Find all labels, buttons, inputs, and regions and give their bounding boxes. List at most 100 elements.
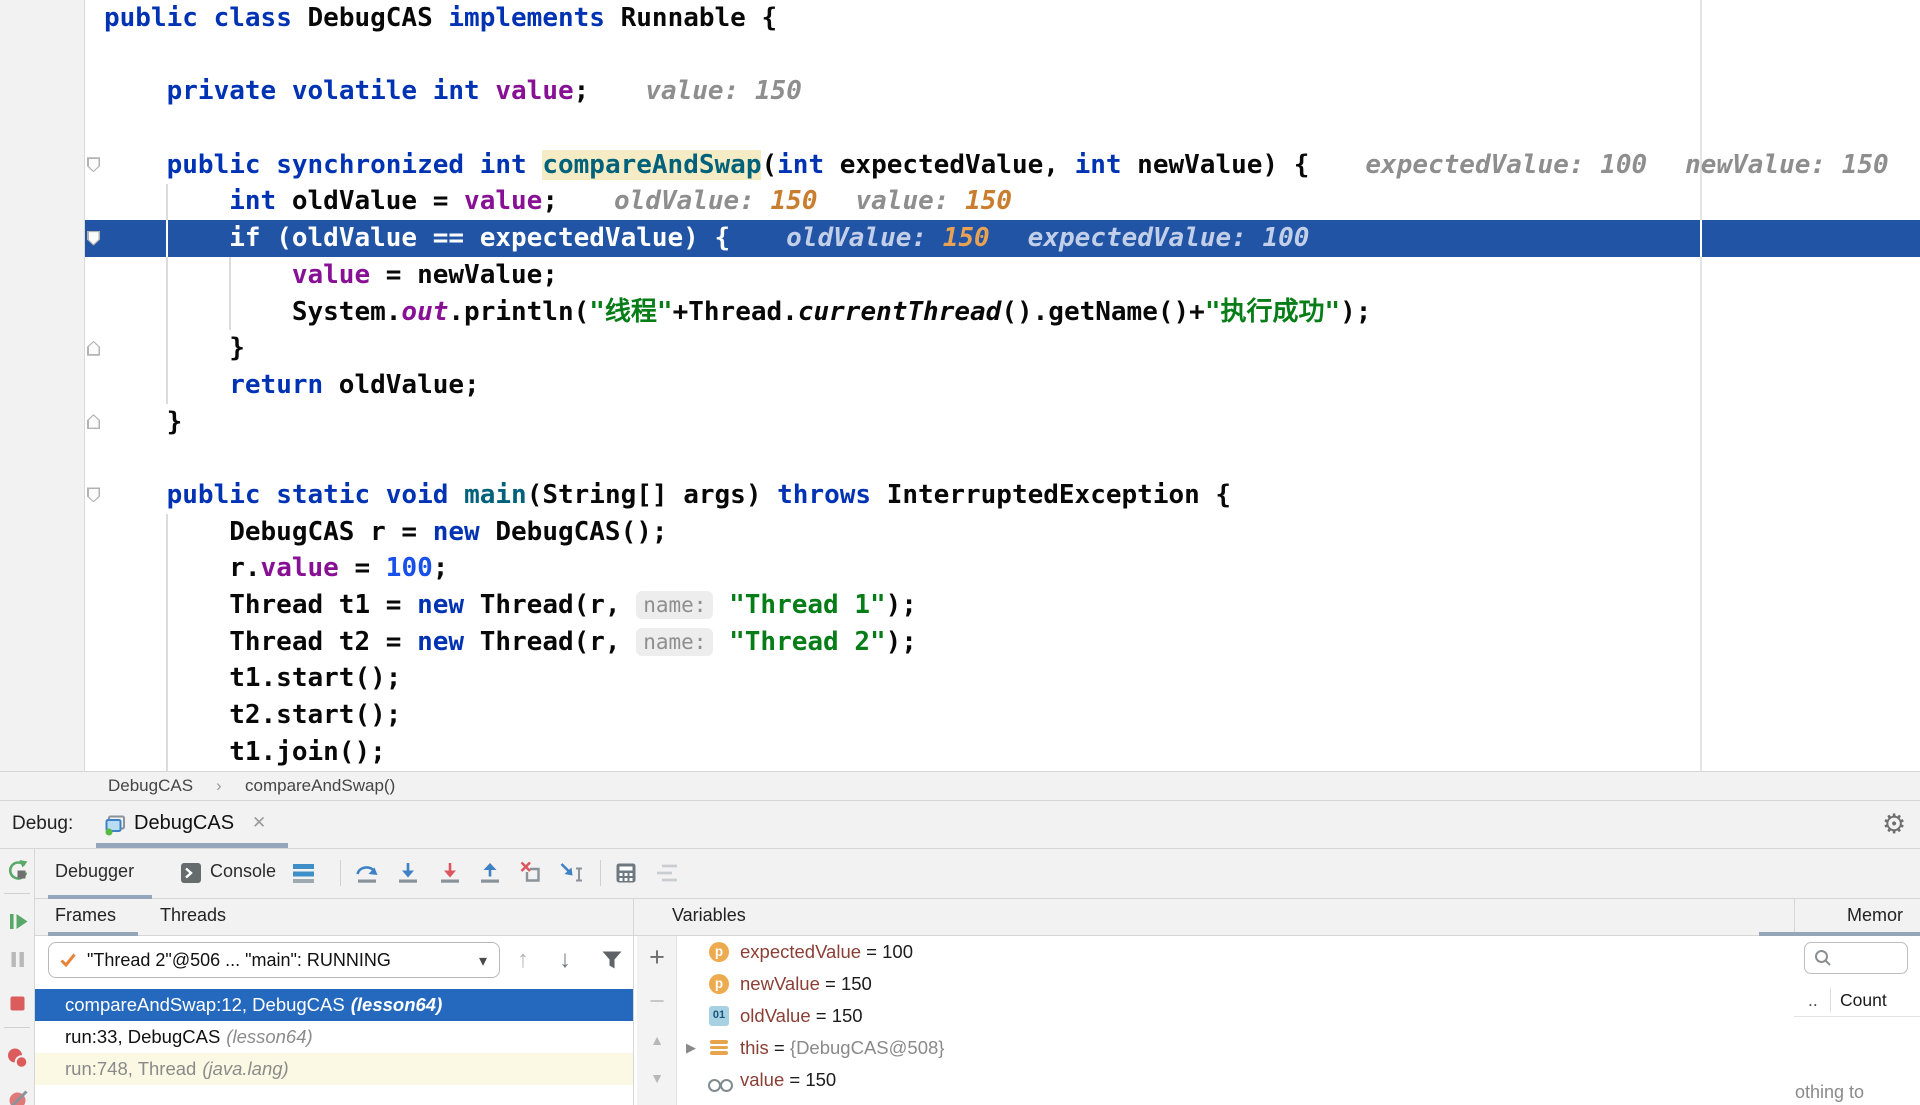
drop-frame-button[interactable] [517, 859, 545, 887]
tab-threads[interactable]: Threads [160, 905, 226, 926]
code-token: DebugCAS r = [104, 516, 433, 547]
tab-debugger[interactable]: Debugger [55, 861, 134, 882]
step-into-button[interactable] [394, 859, 422, 887]
step-over-button[interactable] [353, 859, 381, 887]
code-editor[interactable]: 6public class DebugCAS implements Runnab… [0, 0, 1920, 771]
scroll-down-icon[interactable]: ▼ [637, 1070, 677, 1086]
stack-frame-row[interactable]: compareAndSwap:12, DebugCAS (lesson64) [35, 989, 633, 1021]
breadcrumb-method[interactable]: compareAndSwap() [245, 772, 395, 800]
primitive-value-icon: 01 [709, 1006, 729, 1026]
code-token: ); [885, 626, 917, 657]
code-token: "线程" [589, 296, 673, 327]
stack-frame-row[interactable]: run:33, DebugCAS (lesson64) [35, 1021, 633, 1053]
code-token: public [104, 3, 198, 33]
variable-row[interactable]: ▶ this = {DebugCAS@508} [678, 1032, 1794, 1064]
code-token: new [432, 516, 480, 547]
code-token: public [166, 149, 261, 180]
code-text: t2.start(); [104, 697, 401, 734]
code-token: ; [432, 553, 449, 584]
editor-gutter[interactable] [0, 0, 85, 771]
editor-line-16: 16 return oldValue; [0, 367, 1920, 404]
force-step-into-button[interactable] [436, 859, 464, 887]
fold-marker-icon[interactable] [87, 414, 100, 430]
inline-debugger-hints: value: 150 [645, 76, 802, 106]
code-token: compareAndSwap [542, 149, 762, 180]
code-token: oldValue; [323, 369, 480, 400]
code-text: public synchronized int compareAndSwap(i… [104, 147, 1309, 184]
debug-session-tab[interactable]: DebugCAS ✕ [96, 801, 266, 848]
code-token: "Thread 2" [729, 626, 886, 657]
hint-value: 150 [1841, 149, 1889, 180]
previous-frame-button[interactable]: ↑ [517, 946, 529, 974]
hint-label: value: [855, 186, 966, 217]
frame-text: run:33, DebugCAS [65, 1026, 221, 1047]
pause-button[interactable] [4, 946, 31, 973]
next-frame-button[interactable]: ↓ [559, 946, 571, 974]
memory-search-input[interactable] [1804, 942, 1908, 974]
variable-row[interactable]: value = 150 [678, 1064, 1794, 1096]
panel-divider[interactable] [633, 899, 634, 1105]
resume-button[interactable] [4, 908, 31, 935]
fold-marker-icon[interactable] [87, 230, 100, 246]
code-token: (oldValue == expectedValue) { [260, 223, 731, 254]
code-token: static [276, 479, 371, 510]
evaluate-expression-button[interactable] [612, 859, 640, 887]
code-token: value [260, 553, 339, 584]
equals-sign: = [784, 1069, 806, 1090]
variable-name: this [740, 1037, 769, 1058]
thread-selector[interactable]: "Thread 2"@506 ... "main": RUNNING ▾ [48, 942, 500, 978]
memory-panel: .. Count Nothing to [1794, 936, 1920, 1105]
expander-icon[interactable]: ▶ [686, 1032, 696, 1064]
tab-console[interactable]: Console [210, 861, 276, 882]
code-token: int [479, 149, 527, 180]
fold-marker-icon[interactable] [87, 157, 100, 173]
inline-debugger-hints: oldValue: 150 value: 150 [614, 186, 1012, 216]
stream-trace-button[interactable] [653, 859, 681, 887]
code-token: int [777, 149, 825, 180]
gear-icon[interactable]: ⚙ [1882, 809, 1906, 840]
debug-console-icon [104, 813, 128, 837]
close-icon[interactable]: ✕ [252, 813, 266, 833]
mute-breakpoints-button[interactable] [4, 1087, 31, 1105]
variable-row[interactable]: p expectedValue = 100 [678, 936, 1794, 968]
stop-button[interactable] [4, 990, 31, 1017]
variable-row[interactable]: p newValue = 150 [678, 968, 1794, 1000]
filter-icon[interactable] [599, 947, 625, 973]
step-out-button[interactable] [476, 859, 504, 887]
breadcrumb: DebugCAS › compareAndSwap() [0, 771, 1920, 801]
code-text: if (oldValue == expectedValue) { [104, 220, 730, 257]
code-token: main [464, 479, 527, 510]
tab-memory[interactable]: Memor [1847, 905, 1903, 926]
memory-col-diff[interactable]: .. [1808, 984, 1818, 1016]
code-token: Runnable { [604, 3, 778, 33]
run-to-cursor-button[interactable] [557, 859, 585, 887]
editor-line-14: 14 System.out.println("线程"+Thread.curren… [0, 294, 1920, 331]
code-token: return [229, 369, 324, 400]
editor-line-21: 21 r.value = 100; [0, 550, 1920, 587]
remove-watch-button[interactable]: − [637, 986, 677, 1017]
layout-options-icon[interactable] [290, 859, 318, 887]
inline-debugger-hints: oldValue: 150 expectedValue: 100 [786, 223, 1309, 253]
add-watch-button[interactable]: + [637, 942, 677, 973]
stack-frame-row[interactable]: run:748, Thread (java.lang) [35, 1053, 633, 1085]
memory-col-count[interactable]: Count [1840, 984, 1887, 1016]
tab-frames[interactable]: Frames [55, 905, 116, 926]
fold-marker-icon[interactable] [87, 487, 100, 503]
scroll-up-icon[interactable]: ▲ [637, 1032, 677, 1048]
object-icon [709, 1038, 729, 1058]
guide-gap [166, 220, 168, 257]
equals-sign: = [819, 973, 841, 994]
debugger-hint: value: 150 [856, 186, 1013, 216]
frames-panel: "Thread 2"@506 ... "main": RUNNING ▾ ↑ ↓… [35, 936, 633, 1105]
debug-panels-header: Frames Threads Variables Memor [35, 899, 1920, 936]
breadcrumb-class[interactable]: DebugCAS [108, 772, 193, 800]
hint-value: 150 [754, 76, 802, 107]
fold-marker-icon[interactable] [87, 340, 100, 356]
variable-row[interactable]: 01 oldValue = 150 [678, 1000, 1794, 1032]
rerun-button[interactable] [4, 857, 31, 884]
view-breakpoints-button[interactable] [4, 1045, 31, 1072]
code-token: Thread t1 = [104, 590, 418, 620]
